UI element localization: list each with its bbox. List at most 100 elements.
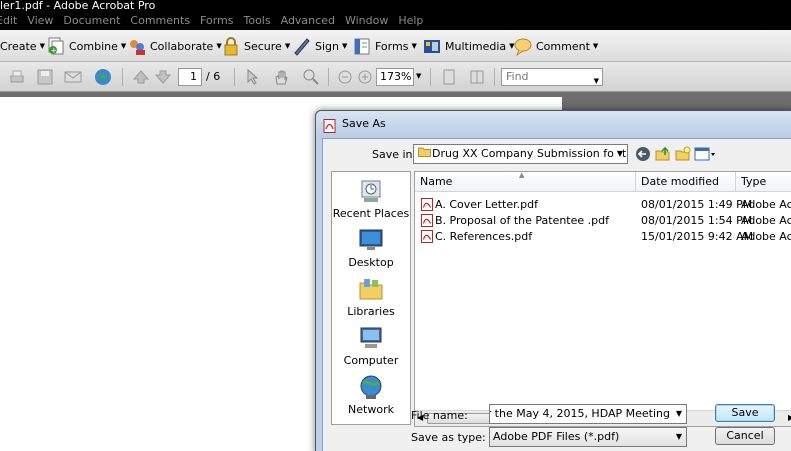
column-header-name[interactable]: Name ▲ xyxy=(415,172,636,192)
cancel-button[interactable]: Cancel xyxy=(715,427,775,445)
place-recent-places[interactable]: Recent Places xyxy=(332,178,410,220)
pen-icon xyxy=(292,36,312,56)
task-toolbar: Create ▼ + Combine ▼ Collaborate ▼ Secure ▼ … xyxy=(0,30,791,62)
place-label: Libraries xyxy=(347,305,395,318)
comment-label: Comment xyxy=(536,39,590,53)
hand-icon[interactable] xyxy=(272,68,290,86)
forms-button[interactable]: Forms ▼ xyxy=(352,36,417,56)
place-libraries[interactable]: Libraries xyxy=(332,276,410,318)
menu-tools[interactable]: Tools xyxy=(244,12,271,30)
save-button[interactable]: Save xyxy=(715,404,775,422)
comment-button[interactable]: Comment ▼ xyxy=(513,36,598,57)
upload-icon[interactable] xyxy=(94,68,112,86)
zoom-tool-icon[interactable] xyxy=(302,68,320,86)
table-row[interactable]: A. Cover Letter.pdf 08/01/2015 1:49 PM A… xyxy=(415,197,791,213)
save-in-dropdown[interactable]: Drug XX Company Submission for the May 4… xyxy=(413,144,628,164)
up-folder-icon[interactable] xyxy=(655,146,671,165)
sign-button[interactable]: Sign ▼ xyxy=(292,36,347,56)
column-name-label: Name xyxy=(420,175,453,188)
save-as-type-label: Save as type: xyxy=(411,431,486,444)
dropdown-arrow-icon: ▼ xyxy=(411,42,417,50)
table-row[interactable]: C. References.pdf 15/01/2015 9:42 AM Ado… xyxy=(415,229,791,245)
multimedia-label: Multimedia xyxy=(445,39,507,53)
zoom-in-icon[interactable] xyxy=(356,68,374,86)
collaborate-icon xyxy=(127,36,147,56)
previous-page-icon[interactable] xyxy=(132,68,150,86)
chevron-down-icon[interactable]: ▼ xyxy=(676,405,682,423)
place-network[interactable]: Network xyxy=(332,374,410,416)
place-label: Network xyxy=(348,403,394,416)
place-label: Recent Places xyxy=(332,207,410,220)
menu-advanced[interactable]: Advanced xyxy=(281,12,335,30)
menu-edit[interactable]: Edit xyxy=(0,12,17,30)
dialog-body: Save in: Drug XX Company Submission for … xyxy=(322,138,791,451)
multimedia-button[interactable]: Multimedia ▼ xyxy=(422,36,515,56)
column-header-type[interactable]: Type xyxy=(736,172,791,192)
file-type: Adobe Ac xyxy=(741,198,791,211)
table-row[interactable]: B. Proposal of the Patentee .pdf 08/01/2… xyxy=(415,213,791,229)
menu-help[interactable]: Help xyxy=(398,12,423,30)
find-dropdown-icon[interactable]: ▼ xyxy=(594,73,599,89)
computer-icon xyxy=(358,325,384,351)
place-label: Desktop xyxy=(348,256,394,269)
file-name-value: Submission for the May 4, 2015, HDAP Mee… xyxy=(490,407,670,420)
zoom-level-input[interactable]: 173% xyxy=(376,68,414,86)
toolbar-separator xyxy=(328,68,329,86)
create-button[interactable]: Create ▼ xyxy=(0,36,45,56)
find-input[interactable]: Find ▼ xyxy=(501,68,603,86)
comment-icon xyxy=(513,36,533,57)
zoom-dropdown-icon[interactable]: ▼ xyxy=(416,72,421,80)
network-icon xyxy=(358,374,384,400)
place-label: Computer xyxy=(343,354,399,367)
save-as-dialog: Save As Save in: Drug XX Company Submiss… xyxy=(315,110,791,451)
zoom-out-icon[interactable] xyxy=(336,68,354,86)
collaborate-label: Collaborate xyxy=(150,39,214,53)
file-date: 08/01/2015 1:54 PM xyxy=(641,214,753,227)
places-bar: Recent Places Desktop Libraries Computer… xyxy=(331,171,411,425)
forms-label: Forms xyxy=(375,39,409,53)
select-cursor-icon[interactable] xyxy=(244,68,262,86)
dropdown-arrow-icon: ▼ xyxy=(120,42,127,50)
fit-width-icon[interactable] xyxy=(468,68,486,86)
main-toolbar: 1 / 6 173% ▼ Find ▼ xyxy=(0,62,791,92)
menu-document[interactable]: Document xyxy=(63,12,120,30)
file-date: 15/01/2015 9:42 AM xyxy=(641,230,754,243)
fit-page-icon[interactable] xyxy=(440,68,458,86)
menu-comments[interactable]: Comments xyxy=(130,12,190,30)
combine-label: Combine xyxy=(69,39,118,53)
view-menu-icon[interactable] xyxy=(694,146,716,165)
column-header-date[interactable]: Date modified xyxy=(636,172,736,192)
secure-label: Secure xyxy=(244,39,282,53)
collaborate-button[interactable]: Collaborate ▼ xyxy=(127,36,222,56)
file-name: A. Cover Letter.pdf xyxy=(435,198,538,211)
combine-button[interactable]: + Combine ▼ xyxy=(46,36,126,56)
file-list[interactable]: Name ▲ Date modified Type A. Cover Lette… xyxy=(414,171,791,427)
new-folder-icon[interactable] xyxy=(675,146,691,165)
menu-window[interactable]: Window xyxy=(345,12,388,30)
desktop-icon xyxy=(358,227,384,253)
place-computer[interactable]: Computer xyxy=(332,325,410,367)
page-number-input[interactable]: 1 xyxy=(178,68,202,86)
multimedia-icon xyxy=(422,36,442,56)
save-as-type-dropdown[interactable]: Adobe PDF Files (*.pdf) ▼ xyxy=(489,427,687,447)
file-name: C. References.pdf xyxy=(435,230,533,243)
next-page-icon[interactable] xyxy=(154,68,172,86)
secure-button[interactable]: Secure ▼ xyxy=(221,36,290,56)
save-icon[interactable] xyxy=(36,68,54,86)
create-label: Create xyxy=(0,39,37,53)
pdf-file-icon xyxy=(421,230,433,248)
place-desktop[interactable]: Desktop xyxy=(332,227,410,269)
menu-forms[interactable]: Forms xyxy=(200,12,233,30)
file-name: B. Proposal of the Patentee .pdf xyxy=(435,214,609,227)
chevron-down-icon: ▼ xyxy=(613,145,623,163)
file-date: 08/01/2015 1:49 PM xyxy=(641,198,753,211)
menu-view[interactable]: View xyxy=(27,12,53,30)
email-icon[interactable] xyxy=(64,68,82,86)
print-icon[interactable] xyxy=(8,68,26,86)
dialog-title: Save As xyxy=(342,117,386,130)
file-name-input[interactable]: Submission for the May 4, 2015, HDAP Mee… xyxy=(489,404,687,424)
back-icon[interactable] xyxy=(635,146,651,165)
dialog-titlebar[interactable]: Save As xyxy=(316,111,791,137)
recent-places-icon xyxy=(358,178,384,204)
lock-icon xyxy=(221,36,241,56)
